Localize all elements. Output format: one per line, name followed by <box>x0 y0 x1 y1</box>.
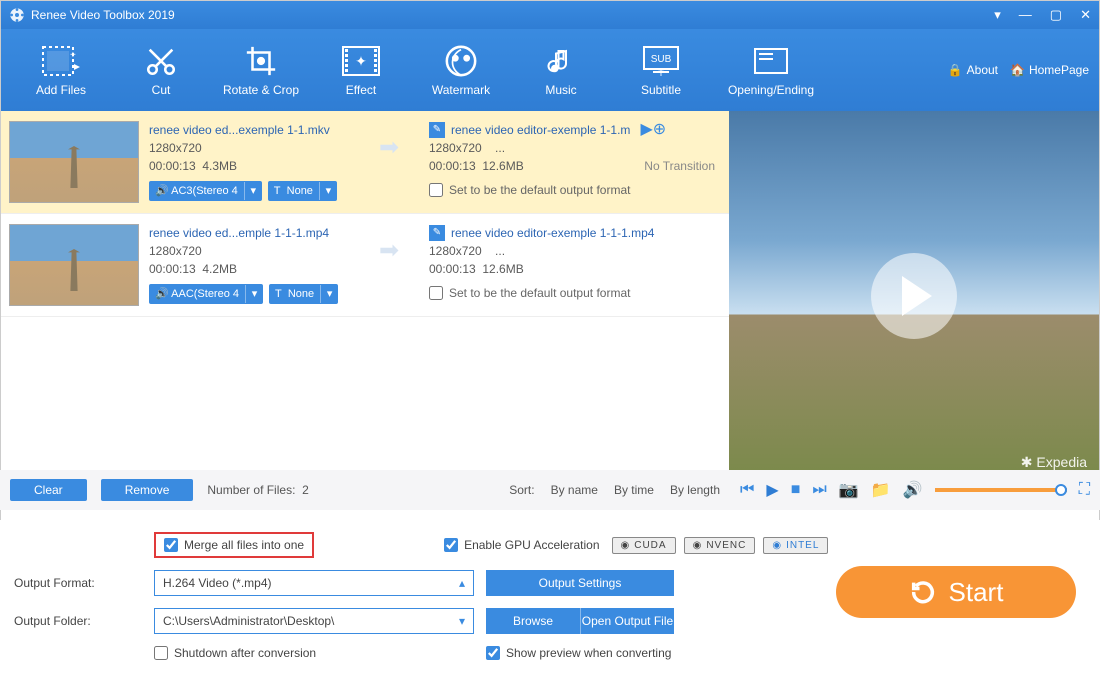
output-folder-combo[interactable]: C:\Users\Administrator\Desktop\▾ <box>154 608 474 634</box>
svg-text:SUB: SUB <box>651 54 672 65</box>
sort-by-name[interactable]: By name <box>551 483 598 497</box>
crop-icon <box>215 43 307 79</box>
video-thumbnail <box>9 224 139 306</box>
preview-watermark: ✱ Expedia <box>1021 454 1087 471</box>
home-icon: 🏠 <box>1010 63 1025 77</box>
effect-button[interactable]: ✦ Effect <box>311 37 411 103</box>
homepage-link[interactable]: 🏠HomePage <box>1010 63 1089 77</box>
subtitle-button[interactable]: SUBT Subtitle <box>611 37 711 103</box>
audio-track-chip[interactable]: 🔊 AC3(Stereo 4▾ <box>149 181 262 201</box>
output-folder-label: Output Folder: <box>14 614 154 628</box>
file-row[interactable]: renee video ed...emple 1-1-1.mp4 1280x72… <box>1 214 729 317</box>
show-preview-checkbox[interactable]: Show preview when converting <box>486 646 671 660</box>
default-format-checkbox[interactable]: Set to be the default output format <box>429 284 721 302</box>
video-thumbnail <box>9 121 139 203</box>
intel-badge: ◉ INTEL <box>763 537 828 554</box>
chevron-up-icon: ▴ <box>459 576 465 590</box>
volume-icon[interactable]: 🔊 <box>903 480 923 500</box>
output-filename: renee video editor-exemple 1-1.m <box>451 121 630 139</box>
watermark-button[interactable]: Watermark <box>411 37 511 103</box>
merge-files-checkbox[interactable]: Merge all files into one <box>154 532 314 558</box>
fullscreen-icon[interactable]: ⛶ <box>1079 481 1090 499</box>
cut-button[interactable]: Cut <box>111 37 211 103</box>
output-duration-size: 00:00:13 12.6MB <box>429 260 721 278</box>
open-output-file-button[interactable]: Open Output File <box>580 608 674 634</box>
transition-icon[interactable]: ▶⊕ <box>640 121 666 139</box>
remove-button[interactable]: Remove <box>101 479 194 501</box>
stop-icon[interactable]: ■ <box>791 481 801 499</box>
main-toolbar: + Add Files Cut Rotate & Crop ✦ Effect W… <box>1 29 1099 111</box>
start-button[interactable]: Start <box>836 566 1076 618</box>
sort-by-length[interactable]: By length <box>670 483 720 497</box>
svg-text:✦: ✦ <box>355 53 367 69</box>
filmstrip-icon: + <box>15 43 107 79</box>
maximize-icon[interactable]: ▢ <box>1050 7 1062 23</box>
rotate-crop-button[interactable]: Rotate & Crop <box>211 37 311 103</box>
volume-slider[interactable] <box>935 488 1067 492</box>
about-link[interactable]: 🔒About <box>948 63 998 77</box>
chevron-down-icon[interactable]: ▾ <box>319 182 337 200</box>
effect-icon: ✦ <box>315 43 407 79</box>
chevron-down-icon[interactable]: ▾ <box>320 285 338 303</box>
music-button[interactable]: Music <box>511 37 611 103</box>
file-list: renee video ed...exemple 1-1.mkv 1280x72… <box>1 111 729 481</box>
video-preview: ✱ Expedia <box>729 111 1099 481</box>
open-folder-icon[interactable]: 📁 <box>871 480 891 500</box>
titlebar: Renee Video Toolbox 2019 ▾ — ▢ ✕ <box>1 1 1099 29</box>
clear-button[interactable]: Clear <box>10 479 87 501</box>
dropdown-icon[interactable]: ▾ <box>994 7 1001 23</box>
gpu-accel-checkbox[interactable]: Enable GPU Acceleration <box>444 538 599 552</box>
chevron-down-icon[interactable]: ▾ <box>244 182 262 200</box>
opening-ending-button[interactable]: Opening/Ending <box>711 37 831 103</box>
snapshot-icon[interactable]: 📷 <box>839 480 859 500</box>
shutdown-checkbox[interactable]: Shutdown after conversion <box>154 646 474 660</box>
lock-icon: 🔒 <box>948 63 963 77</box>
preview-controls: ⏮ ▶ ■ ⏭ 📷 📁 🔊 ⛶ <box>730 470 1100 510</box>
subtitle-icon: SUB T <box>615 43 707 79</box>
preview-play-button[interactable] <box>871 253 957 339</box>
browse-button[interactable]: Browse <box>486 608 580 634</box>
arrow-right-icon: ➡ <box>379 242 399 260</box>
file-count-label: Number of Files: 2 <box>207 483 308 497</box>
default-format-checkbox[interactable]: Set to be the default output format <box>429 181 721 199</box>
chevron-down-icon[interactable]: ▾ <box>245 285 263 303</box>
output-filename: renee video editor-exemple 1-1-1.mp4 <box>451 224 654 242</box>
output-format-combo[interactable]: H.264 Video (*.mp4)▴ <box>154 570 474 596</box>
nvenc-badge: ◉ NVENC <box>684 537 756 554</box>
subtitle-chip[interactable]: T None▾ <box>268 181 337 201</box>
close-icon[interactable]: ✕ <box>1080 7 1091 23</box>
file-row[interactable]: renee video ed...exemple 1-1.mkv 1280x72… <box>1 111 729 214</box>
output-settings-button[interactable]: Output Settings <box>486 570 674 596</box>
edit-icon[interactable]: ✎ <box>429 122 445 138</box>
play-icon[interactable]: ▶ <box>766 480 778 500</box>
arrow-right-icon: ➡ <box>379 139 399 157</box>
output-format-label: Output Format: <box>14 576 154 590</box>
audio-track-chip[interactable]: 🔊 AAC(Stereo 4▾ <box>149 284 263 304</box>
watermark-icon <box>415 43 507 79</box>
transition-label: No Transition <box>644 157 715 175</box>
subtitle-chip[interactable]: T None▾ <box>269 284 338 304</box>
svg-text:T: T <box>658 68 664 76</box>
sort-label: Sort: <box>509 483 534 497</box>
app-logo-icon <box>9 7 25 23</box>
music-icon <box>515 43 607 79</box>
list-footer-bar: Clear Remove Number of Files: 2 Sort: By… <box>0 470 730 510</box>
prev-track-icon[interactable]: ⏮ <box>740 481 754 499</box>
cuda-badge: ◉ CUDA <box>612 537 676 554</box>
card-icon <box>715 43 827 79</box>
edit-icon[interactable]: ✎ <box>429 225 445 241</box>
minimize-icon[interactable]: — <box>1019 7 1032 23</box>
next-track-icon[interactable]: ⏭ <box>812 481 826 499</box>
svg-text:+: + <box>70 50 76 61</box>
output-resolution: 1280x720 ... <box>429 242 721 260</box>
add-files-button[interactable]: + Add Files <box>11 37 111 103</box>
output-resolution: 1280x720 ... <box>429 139 721 157</box>
sort-by-time[interactable]: By time <box>614 483 654 497</box>
scissors-icon <box>115 43 207 79</box>
chevron-down-icon: ▾ <box>459 614 465 628</box>
app-title: Renee Video Toolbox 2019 <box>31 8 175 22</box>
